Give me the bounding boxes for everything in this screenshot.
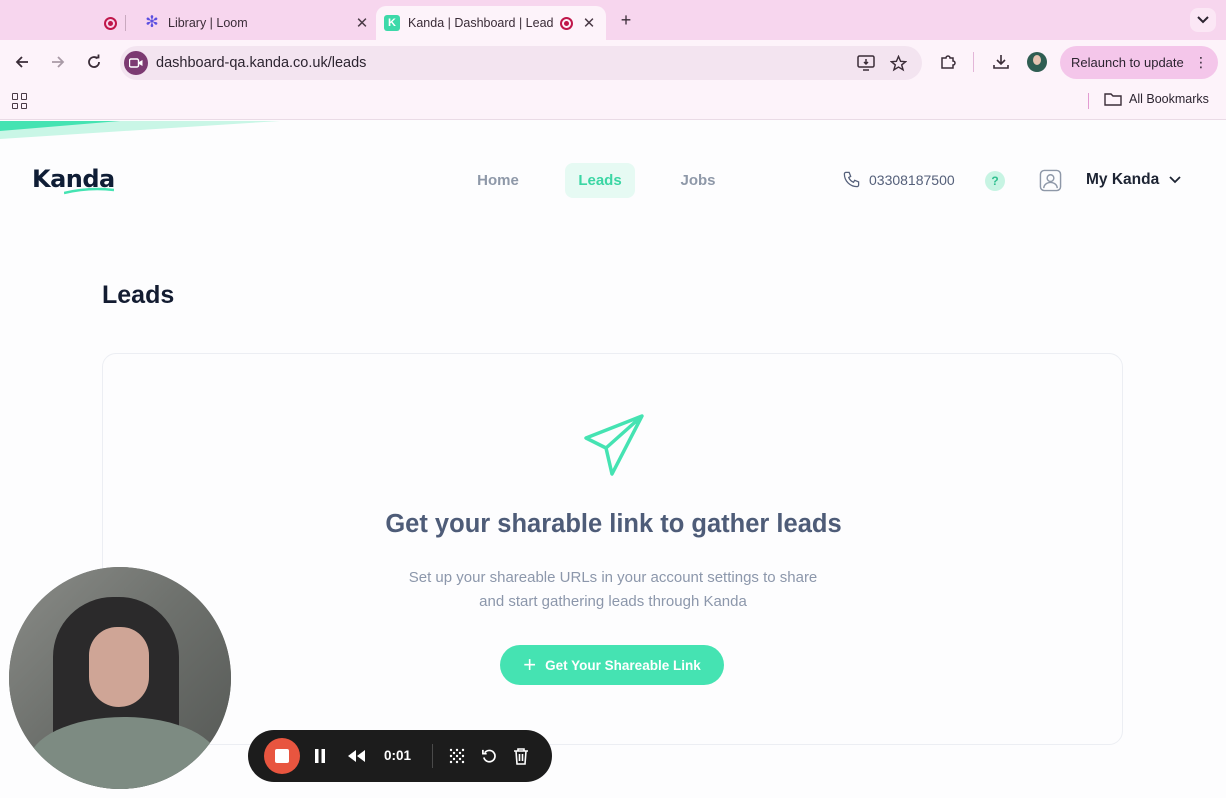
description-line-1: Set up your shareable URLs in your accou… [408, 569, 818, 586]
logo-swoosh-icon [64, 187, 114, 195]
address-bar[interactable]: dashboard-qa.kanda.co.uk/leads [120, 46, 922, 80]
rewind-icon[interactable] [346, 746, 366, 766]
relaunch-label: Relaunch to update [1071, 55, 1184, 70]
tab-title: Kanda | Dashboard | Leads [408, 16, 554, 30]
bookmarks-separator [1088, 93, 1089, 109]
nav-leads[interactable]: Leads [565, 163, 635, 198]
empty-state-description: Set up your shareable URLs in your accou… [363, 566, 863, 614]
arrow-right-icon [52, 56, 65, 68]
draw-grid-icon[interactable] [447, 746, 467, 766]
browser-toolbar: dashboard-qa.kanda.co.uk/leads Relaunch … [0, 40, 1226, 84]
chevron-down-icon [1169, 176, 1181, 184]
plus-icon: + [523, 652, 537, 677]
all-bookmarks-button[interactable]: All Bookmarks [1104, 92, 1209, 106]
tab-separator [125, 15, 126, 31]
reload-icon [88, 54, 100, 68]
bookmarks-bar: All Bookmarks [0, 84, 1226, 120]
trash-icon[interactable] [511, 746, 531, 766]
recording-controls: 0:01 [248, 730, 552, 782]
relaunch-button[interactable]: Relaunch to update ⋮ [1060, 46, 1218, 79]
install-app-icon[interactable] [857, 54, 875, 72]
close-icon[interactable]: ✕ [352, 14, 372, 32]
get-shareable-link-button[interactable]: + Get Your Shareable Link [500, 645, 724, 685]
stop-recording-button[interactable] [264, 738, 300, 774]
forward-button[interactable] [46, 50, 70, 74]
webcam-bubble[interactable] [9, 567, 231, 789]
pause-icon[interactable] [310, 746, 330, 766]
phone-number: 03308187500 [869, 171, 955, 188]
user-icon[interactable] [1039, 169, 1062, 192]
camera-icon[interactable] [124, 51, 148, 75]
tab-loom-library[interactable]: ✻ Library | Loom ✕ [140, 6, 372, 40]
arrow-left-icon [15, 56, 28, 68]
empty-state-title: Get your sharable link to gather leads [385, 510, 842, 538]
extensions-icon[interactable] [938, 52, 958, 72]
button-label: Get Your Shareable Link [545, 657, 701, 673]
all-bookmarks-label: All Bookmarks [1129, 92, 1209, 106]
apps-grid-icon[interactable] [12, 93, 28, 109]
more-vert-icon[interactable]: ⋮ [1194, 54, 1208, 70]
account-label: My Kanda [1086, 171, 1160, 188]
recording-dot-icon [560, 16, 573, 30]
recording-timer: 0:01 [384, 748, 412, 763]
account-menu[interactable]: My Kanda [1086, 171, 1181, 189]
tab-kanda-dashboard[interactable]: K Kanda | Dashboard | Leads ✕ [376, 6, 606, 40]
page-title: Leads [102, 281, 175, 309]
restart-icon[interactable] [479, 746, 499, 766]
kanda-icon: K [384, 15, 400, 31]
star-icon[interactable] [889, 54, 907, 72]
help-icon[interactable]: ? [985, 171, 1005, 191]
phone-contact[interactable]: 03308187500 [842, 170, 955, 189]
nav-jobs[interactable]: Jobs [668, 163, 728, 198]
back-button[interactable] [10, 50, 34, 74]
folder-icon [1104, 93, 1122, 106]
reload-button[interactable] [82, 50, 106, 74]
decorative-stripe [0, 121, 280, 139]
nav-home[interactable]: Home [465, 163, 531, 198]
controls-separator [432, 744, 433, 768]
description-line-2: and start gathering leads through Kanda [479, 593, 747, 610]
paper-plane-icon [584, 414, 644, 476]
new-tab-button[interactable]: + [616, 10, 636, 30]
tab-recording[interactable] [96, 6, 140, 40]
leads-empty-state-card: Get your sharable link to gather leads S… [102, 353, 1123, 745]
url-text[interactable]: dashboard-qa.kanda.co.uk/leads [156, 55, 366, 71]
loom-icon: ✻ [145, 14, 159, 31]
tab-title: Library | Loom [168, 16, 248, 30]
browser-tab-strip: ✻ Library | Loom ✕ K Kanda | Dashboard |… [0, 0, 1226, 40]
profile-avatar[interactable] [1027, 52, 1047, 72]
recording-dot-icon [104, 16, 117, 30]
download-icon[interactable] [991, 52, 1011, 72]
phone-icon [843, 171, 860, 188]
tab-search-button[interactable] [1190, 8, 1216, 32]
webcam-person-face [89, 627, 149, 707]
chevron-down-icon [1197, 16, 1209, 24]
toolbar-separator [973, 52, 974, 72]
close-icon[interactable]: ✕ [579, 14, 599, 32]
